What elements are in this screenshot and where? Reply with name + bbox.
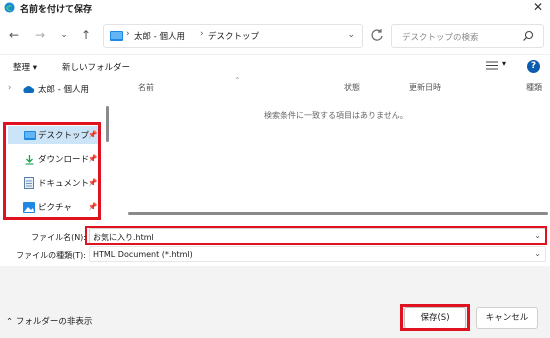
filename-label: ファイル名(N):: [31, 233, 86, 242]
empty-folder-message: 検索条件に一致する項目はありません。: [264, 111, 408, 120]
highlight-box-navigation: [3, 122, 101, 220]
address-dropdown-chevron-icon[interactable]: ⌄: [347, 30, 355, 40]
save-as-dialog: 名前を付けて保存 ✕ ← → ⌄ ↑ › 太郎 - 個人用 › デスクトップ ⌄…: [0, 0, 550, 338]
title-bar: 名前を付けて保存 ✕: [0, 0, 550, 16]
onedrive-cloud-icon: [23, 86, 35, 93]
refresh-icon[interactable]: [369, 27, 385, 43]
filetype-select[interactable]: HTML Document (*.html) ⌄: [89, 246, 546, 262]
close-icon[interactable]: ✕: [533, 0, 543, 14]
file-list: ⌃ 名前 状態 更新日時 種類 検索条件に一致する項目はありません。: [118, 76, 550, 222]
view-dropdown-chevron-icon[interactable]: ▾: [502, 59, 506, 68]
horizontal-scrollbar[interactable]: [128, 212, 548, 215]
dialog-footer: ⌃ フォルダーの非表示 保存(S) キャンセル: [0, 266, 550, 338]
address-bar[interactable]: › 太郎 - 個人用 › デスクトップ ⌄: [103, 24, 363, 48]
new-folder-button[interactable]: 新しいフォルダー: [62, 61, 130, 73]
forward-arrow-icon[interactable]: →: [31, 26, 49, 44]
breadcrumb-user[interactable]: 太郎 - 個人用: [134, 30, 185, 42]
window-title: 名前を付けて保存: [20, 5, 93, 15]
search-placeholder: デスクトップの検索: [402, 33, 479, 43]
desktop-folder-icon: [110, 31, 123, 41]
hide-folders-toggle[interactable]: ⌃ フォルダーの非表示: [6, 315, 92, 327]
back-arrow-icon[interactable]: ←: [5, 26, 23, 44]
navigation-scrollbar[interactable]: [106, 106, 109, 142]
breadcrumb-separator-icon: ›: [126, 29, 130, 39]
breadcrumb-separator-icon: ›: [200, 29, 204, 39]
organize-button[interactable]: 整理 ▾: [13, 61, 37, 73]
up-arrow-icon[interactable]: ↑: [77, 26, 95, 44]
search-box[interactable]: デスクトップの検索: [391, 24, 544, 48]
column-header-modified[interactable]: 更新日時: [409, 82, 441, 93]
help-icon[interactable]: ?: [527, 60, 540, 73]
chevron-up-icon: ⌃: [6, 317, 16, 327]
column-header-name[interactable]: 名前: [138, 82, 154, 93]
sidebar-item-label: 太郎 - 個人用: [38, 85, 89, 95]
highlight-box-save: [400, 304, 470, 331]
command-bar: 整理 ▾ 新しいフォルダー ▾ ?: [0, 54, 550, 76]
view-options-icon[interactable]: [486, 61, 498, 70]
filetype-value: HTML Document (*.html): [93, 250, 193, 259]
recent-locations-chevron-icon[interactable]: ⌄: [55, 26, 73, 44]
expand-chevron-icon[interactable]: ›: [8, 83, 11, 93]
sidebar-item-onedrive[interactable]: › 太郎 - 個人用: [0, 80, 100, 98]
navigation-bar: ← → ⌄ ↑ › 太郎 - 個人用 › デスクトップ ⌄ デスクトップの検索: [0, 22, 550, 50]
search-icon[interactable]: [522, 30, 534, 42]
edge-browser-icon: [4, 2, 15, 13]
cancel-button[interactable]: キャンセル: [476, 307, 538, 329]
column-header-status[interactable]: 状態: [344, 82, 360, 93]
sort-caret-icon: ⌃: [234, 76, 241, 85]
breadcrumb-desktop[interactable]: デスクトップ: [208, 30, 259, 42]
hide-folders-label: フォルダーの非表示: [15, 317, 93, 327]
highlight-box-filename: [85, 226, 547, 245]
filetype-label: ファイルの種類(T):: [16, 251, 86, 260]
column-header-type[interactable]: 種類: [526, 82, 542, 93]
filetype-dropdown-chevron-icon[interactable]: ⌄: [534, 249, 541, 258]
